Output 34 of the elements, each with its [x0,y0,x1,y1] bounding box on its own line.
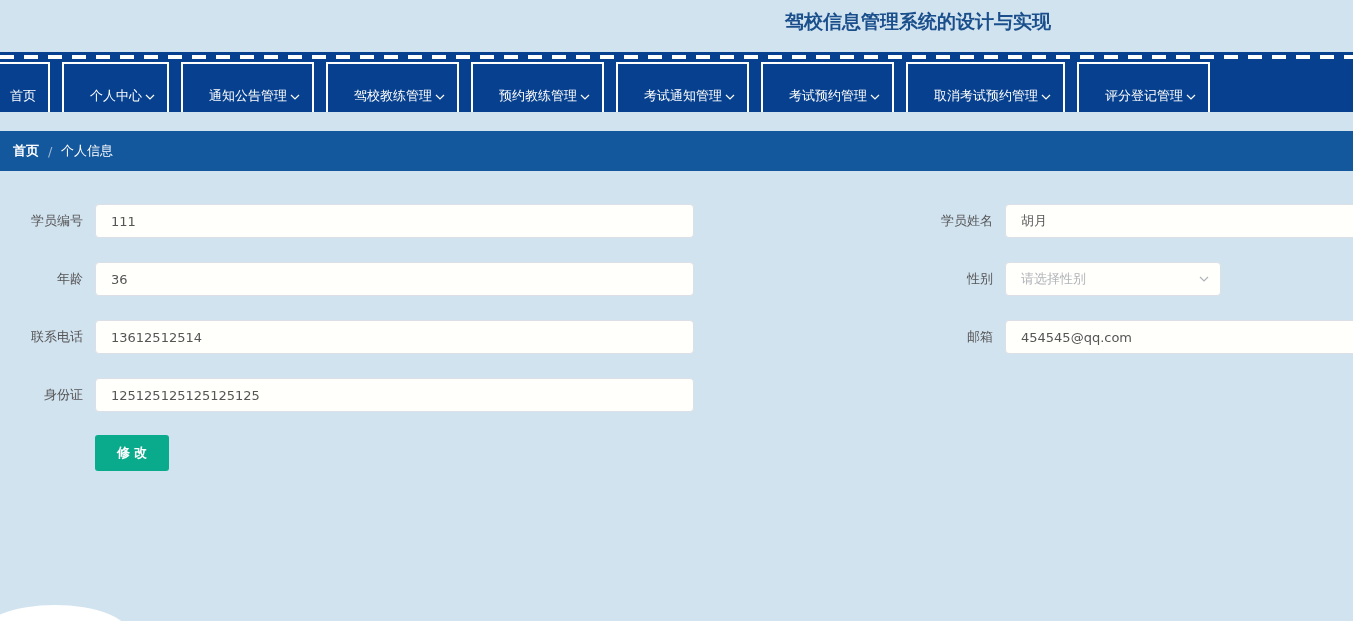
chevron-down-icon [1041,92,1051,102]
nav-tab[interactable]: 取消考试预约管理 [906,62,1065,112]
nav-tab[interactable]: 考试预约管理 [761,62,894,112]
field-label: 性别 [966,270,994,288]
nav-tab[interactable]: 评分登记管理 [1077,62,1210,112]
input-field[interactable]: 13612512514 [95,320,694,354]
field-label: 邮箱 [966,328,994,346]
chevron-down-icon [725,92,735,102]
input-field[interactable]: 36 [95,262,694,296]
nav-tab[interactable]: 预约教练管理 [471,62,604,112]
breadcrumb-separator: / [48,143,53,159]
nav-tab[interactable]: 通知公告管理 [181,62,314,112]
nav-tab[interactable]: 驾校教练管理 [326,62,459,112]
nav-tab[interactable]: 首页 [0,62,50,112]
breadcrumb-item[interactable]: 首页 [13,142,39,160]
field-label: 学员编号 [30,212,84,230]
chevron-down-icon [290,92,300,102]
input-field[interactable]: 125125125125125125 [95,378,694,412]
chevron-down-icon [145,92,155,102]
app-title: 驾校信息管理系统的设计与实现 [785,9,1051,34]
breadcrumb-item: 个人信息 [61,142,114,160]
nav-tab[interactable]: 个人中心 [62,62,169,112]
chevron-down-icon [1186,92,1196,102]
input-field[interactable]: 111 [95,204,694,238]
chevron-down-icon [580,92,590,102]
chevron-down-icon [870,92,880,102]
chevron-down-icon [435,92,445,102]
input-field[interactable]: 454545@qq.com [1005,320,1353,354]
input-field[interactable]: 胡月 [1005,204,1353,238]
field-label: 身份证 [43,386,84,404]
field-label: 年龄 [56,270,84,288]
nav-tab[interactable]: 考试通知管理 [616,62,749,112]
field-label: 联系电话 [30,328,84,346]
field-label: 学员姓名 [940,212,994,230]
